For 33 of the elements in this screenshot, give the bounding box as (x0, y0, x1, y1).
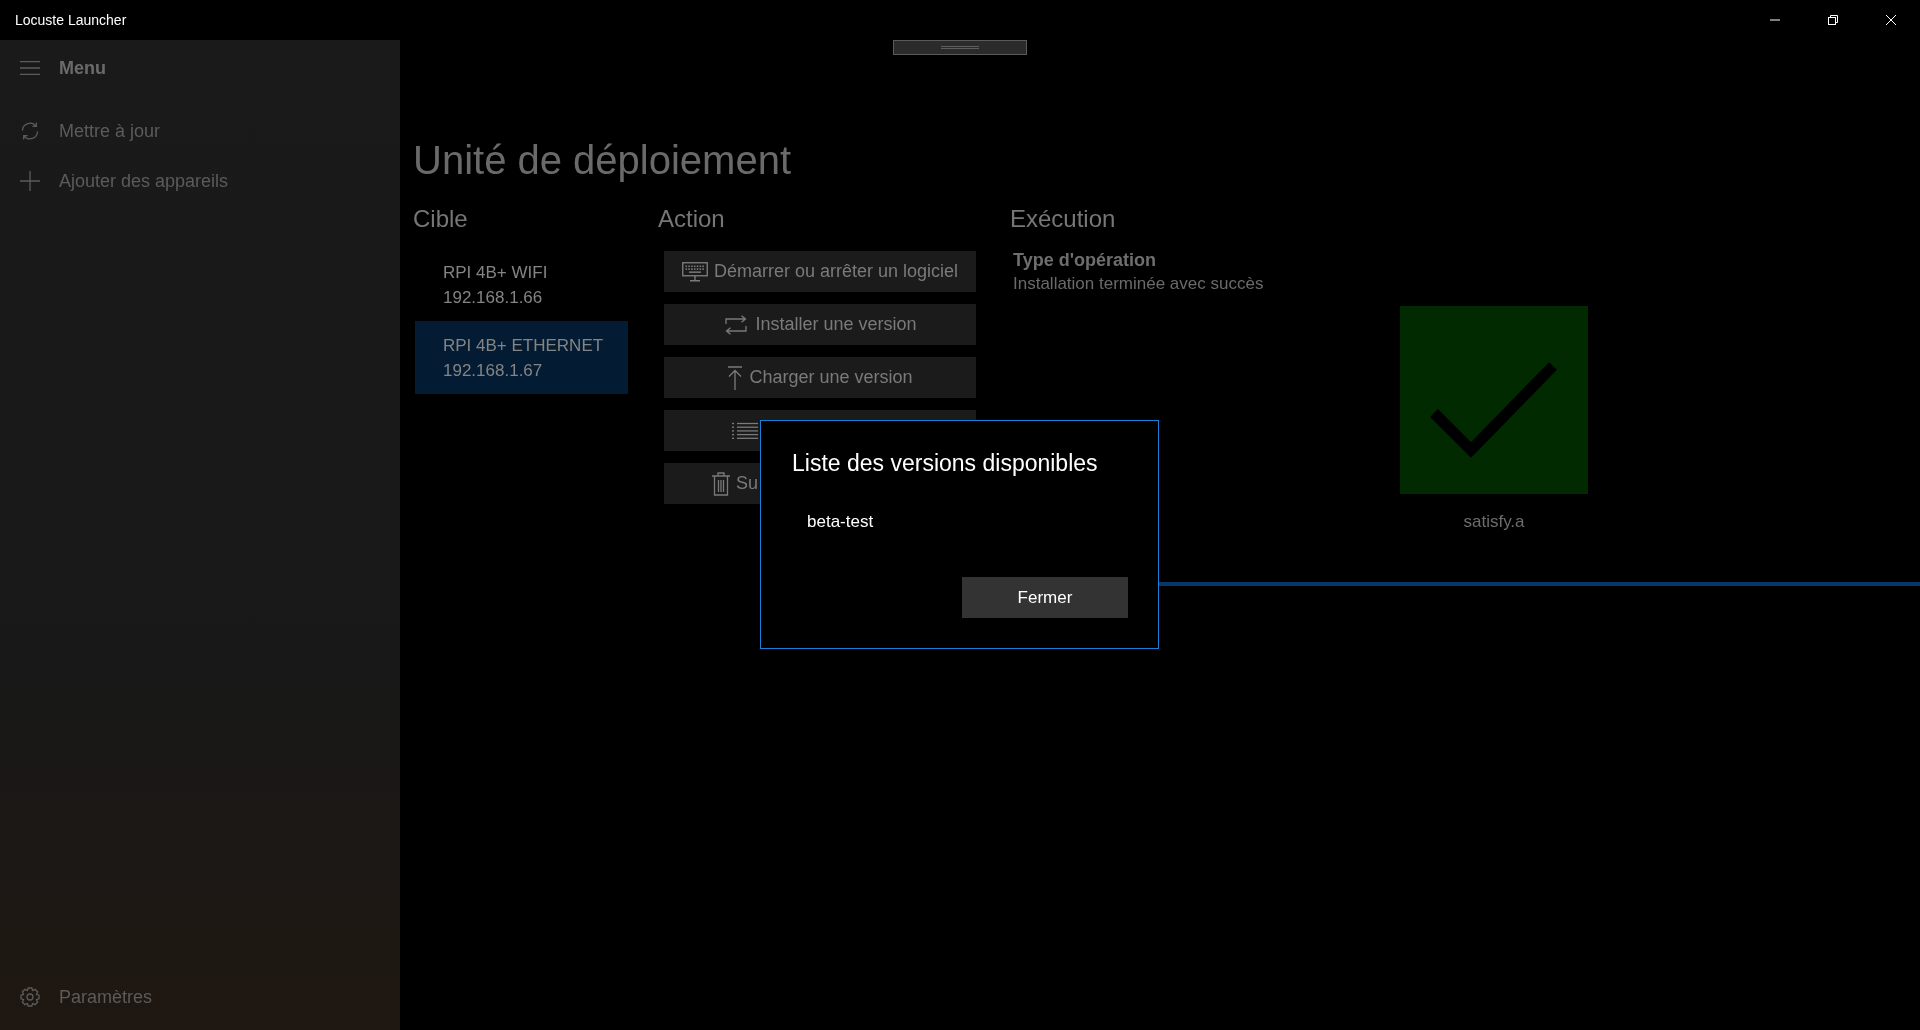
column-heading: Cible (413, 204, 469, 234)
restore-icon (1828, 15, 1838, 25)
upload-icon (727, 365, 744, 390)
plus-icon (20, 171, 40, 191)
action-button[interactable]: Installer une version (664, 304, 976, 345)
sync-icon (20, 121, 40, 141)
settings-icon (20, 987, 40, 1007)
menu-title: Menu (59, 57, 106, 79)
repeat-icon (723, 314, 750, 335)
column-heading: Action (658, 204, 726, 234)
close-icon (1886, 15, 1896, 25)
target-item[interactable]: RPI 4B+ WIFI 192.168.1.66 (415, 248, 628, 321)
grip-handle-icon[interactable] (893, 40, 1027, 55)
action-button[interactable]: Charger une version (664, 357, 976, 398)
close-button[interactable]: Fermer (962, 577, 1128, 618)
nav-item[interactable]: Ajouter des appareils (0, 156, 400, 206)
dialog-title: Liste des versions disponibles (792, 449, 1099, 478)
window-title: Locuste Launcher (15, 12, 127, 28)
list-icon (732, 421, 758, 440)
menu-button[interactable] (20, 61, 40, 75)
column-heading: Exécution (1010, 204, 1117, 234)
trash-icon (711, 471, 730, 496)
monitor-icon (681, 261, 708, 282)
nav-item[interactable]: Paramètres (0, 972, 400, 1022)
nav-item[interactable]: Mettre à jour (0, 106, 400, 156)
operation-status: Installation terminée avec succès (1013, 273, 1265, 295)
result-name: satisfy.a (1463, 511, 1525, 533)
page-title: Unité de déploiement (413, 137, 793, 184)
action-button[interactable]: Démarrer ou arrêter un logiciel (664, 251, 976, 292)
version-item[interactable]: beta-test (792, 502, 1128, 542)
menu-icon (20, 61, 40, 75)
operation-label: Type d'opération (1013, 249, 1157, 272)
target-item[interactable]: RPI 4B+ ETHERNET 192.168.1.67 (415, 321, 628, 394)
